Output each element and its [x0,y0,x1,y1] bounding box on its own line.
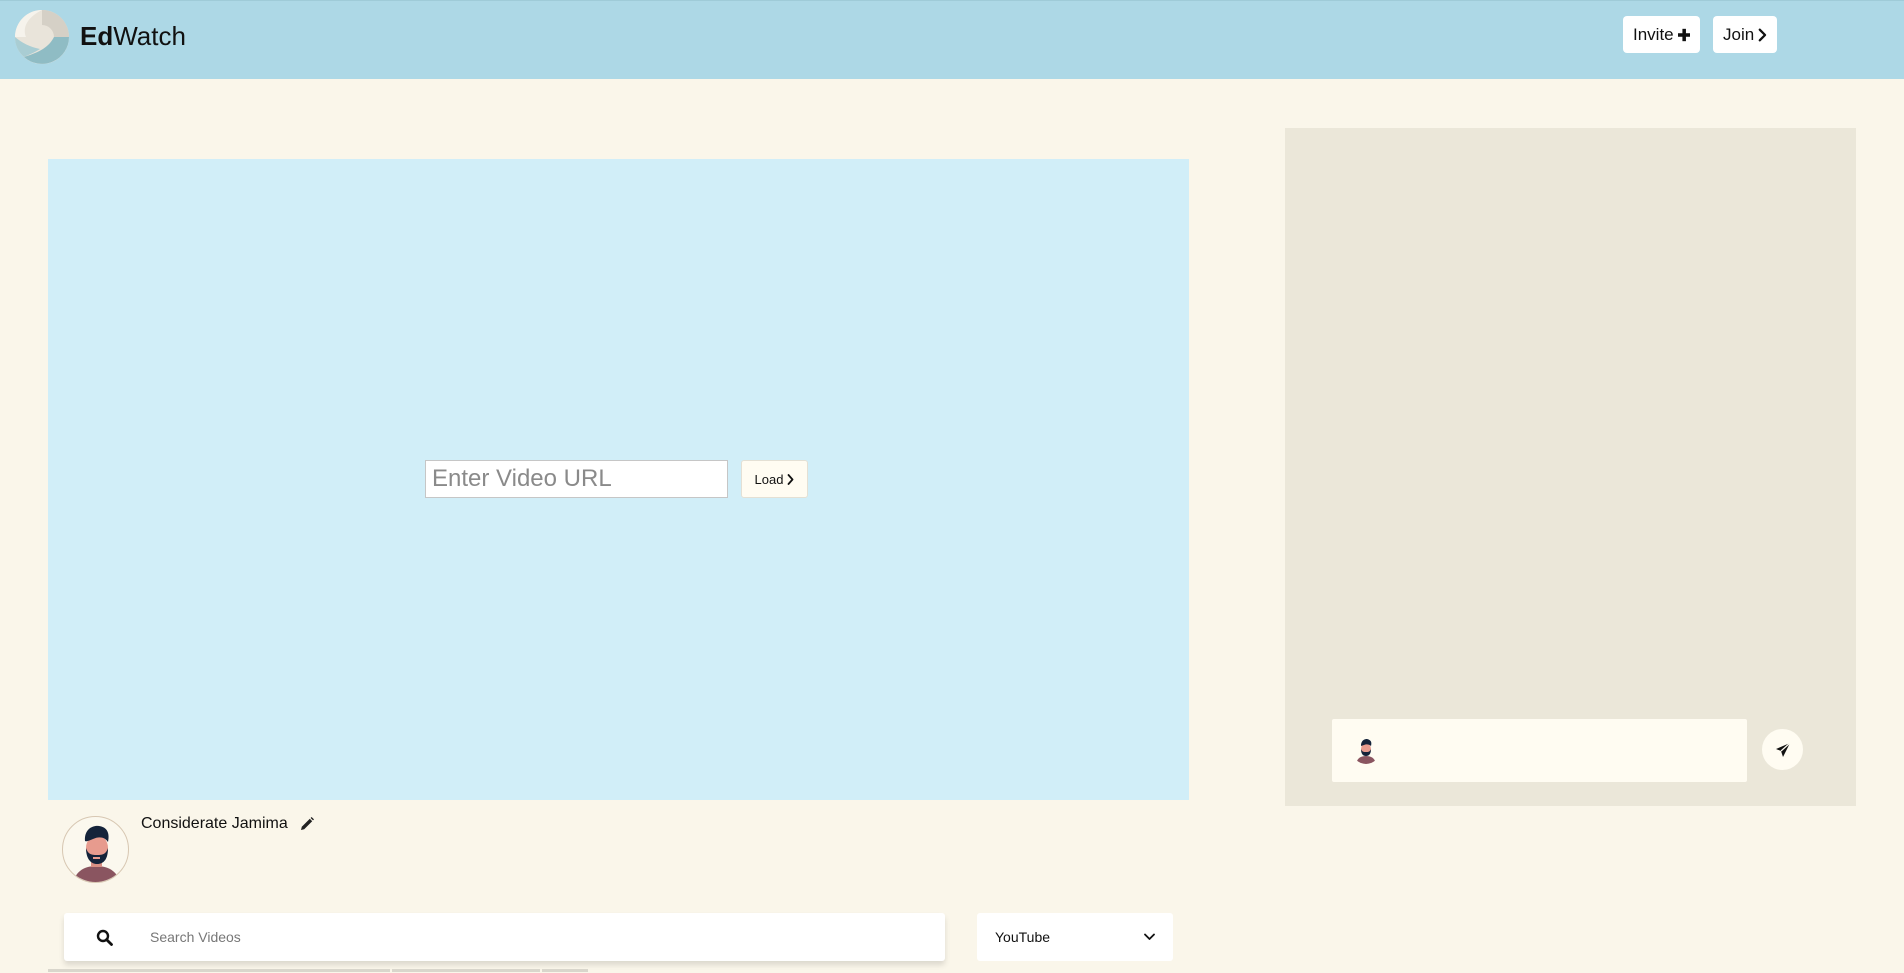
video-source-selected: YouTube [995,929,1051,945]
plus-icon [1677,28,1690,41]
chat-panel [1285,128,1856,806]
brand-name-rest: Watch [113,21,186,51]
invite-button[interactable]: Invite [1623,16,1700,53]
edwatch-logo-icon[interactable] [14,9,70,65]
load-button[interactable]: Load [741,460,808,498]
chat-message-input[interactable] [1392,733,1732,767]
top-navbar: EdWatch Invite Join [0,0,1904,79]
video-url-input[interactable] [425,460,728,498]
bearded-man-avatar-icon [1356,739,1376,764]
join-label: Join [1723,24,1755,44]
chat-user-avatar [1352,736,1380,764]
brand-name-bold: Ed [80,21,114,51]
paper-plane-icon [1775,742,1790,757]
chevron-right-icon [1758,28,1767,41]
bottom-divider [48,969,390,972]
load-label: Load [754,471,784,487]
search-icon[interactable] [96,929,113,946]
brand-name[interactable]: EdWatch [80,20,186,52]
video-search-bar [64,913,945,961]
search-videos-input[interactable] [144,921,924,953]
chat-input-box[interactable] [1332,719,1747,782]
send-message-button[interactable] [1762,729,1803,770]
chevron-down-icon [1144,933,1155,940]
chevron-right-icon [788,473,794,485]
video-player-area: Load [48,159,1189,800]
user-avatar[interactable] [62,816,129,883]
video-source-select[interactable]: YouTube [977,913,1173,961]
bearded-man-avatar-icon [73,825,120,882]
user-display-name: Considerate Jamima [141,815,288,832]
invite-label: Invite [1633,24,1674,44]
join-button[interactable]: Join [1713,16,1777,53]
bottom-divider [392,969,540,972]
bottom-divider [542,969,588,972]
pencil-icon[interactable] [299,816,315,832]
